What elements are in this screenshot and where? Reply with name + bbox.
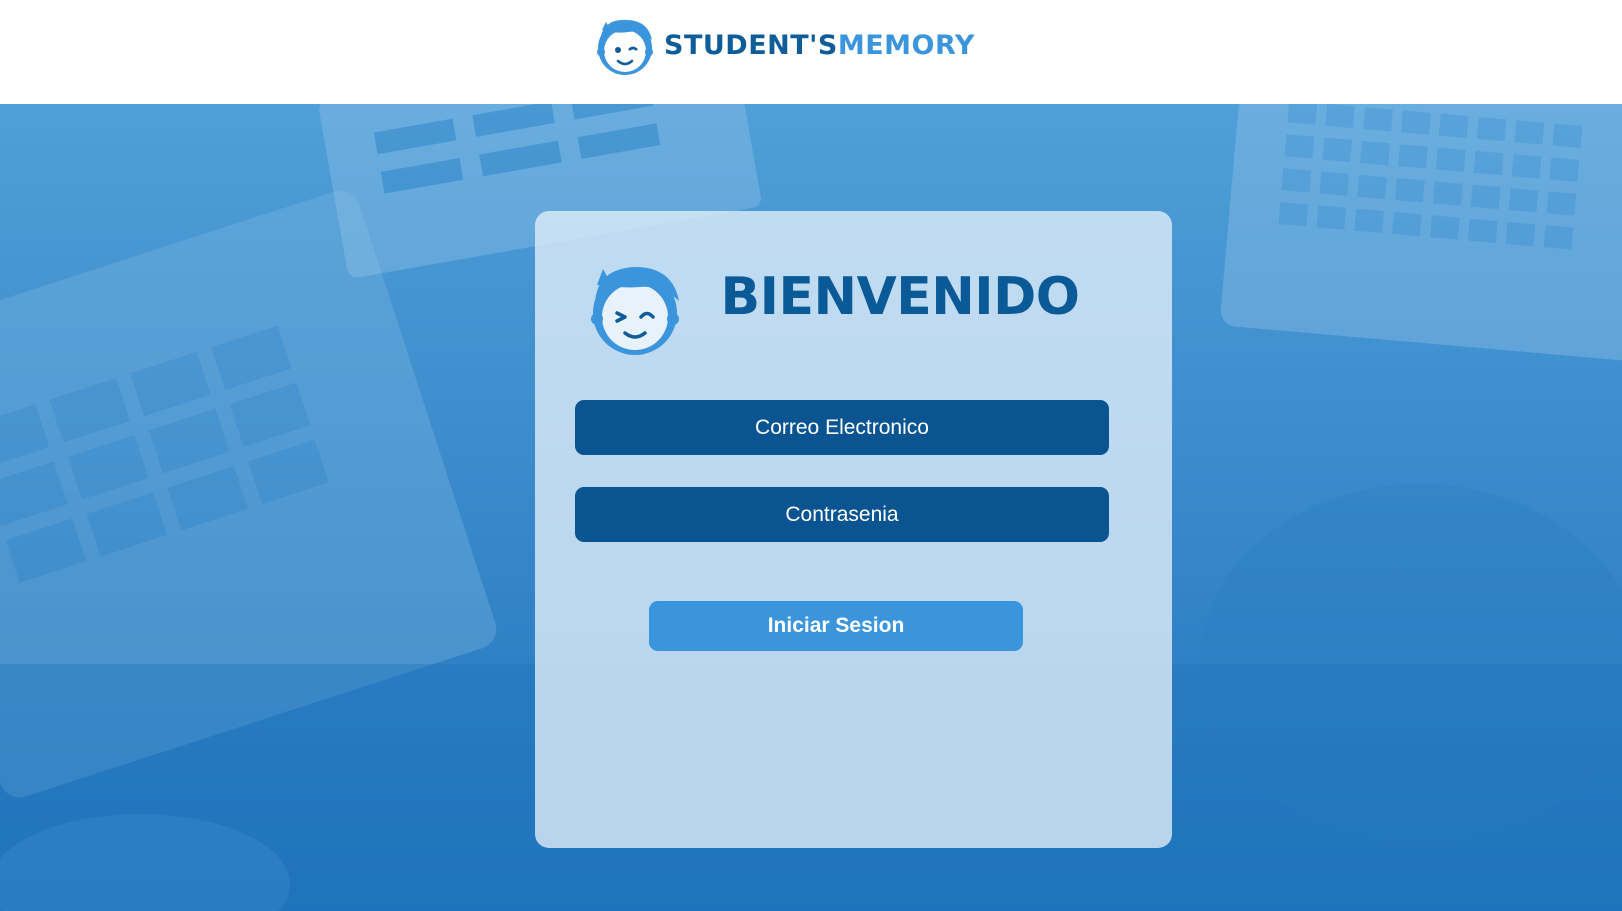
welcome-title: BIENVENIDO bbox=[720, 267, 1080, 327]
brand-name-part1: STUDENT'S bbox=[664, 29, 838, 61]
brand-logo[interactable]: STUDENT'S MEMORY bbox=[592, 12, 975, 78]
password-field[interactable]: Contrasenia bbox=[575, 487, 1109, 542]
email-field[interactable]: Correo Electronico bbox=[575, 400, 1109, 455]
login-page: STUDENT'S MEMORY BIENVENIDO Correo Elect… bbox=[0, 0, 1622, 911]
login-card: BIENVENIDO Correo Electronico Contraseni… bbox=[535, 211, 1172, 848]
boy-face-icon bbox=[597, 19, 653, 75]
login-button[interactable]: Iniciar Sesion bbox=[649, 601, 1023, 651]
header-bar: STUDENT'S MEMORY bbox=[0, 0, 1622, 104]
boy-face-winking-icon bbox=[591, 267, 679, 355]
brand-name: STUDENT'S MEMORY bbox=[664, 30, 975, 61]
brand-name-part2: MEMORY bbox=[837, 29, 975, 61]
